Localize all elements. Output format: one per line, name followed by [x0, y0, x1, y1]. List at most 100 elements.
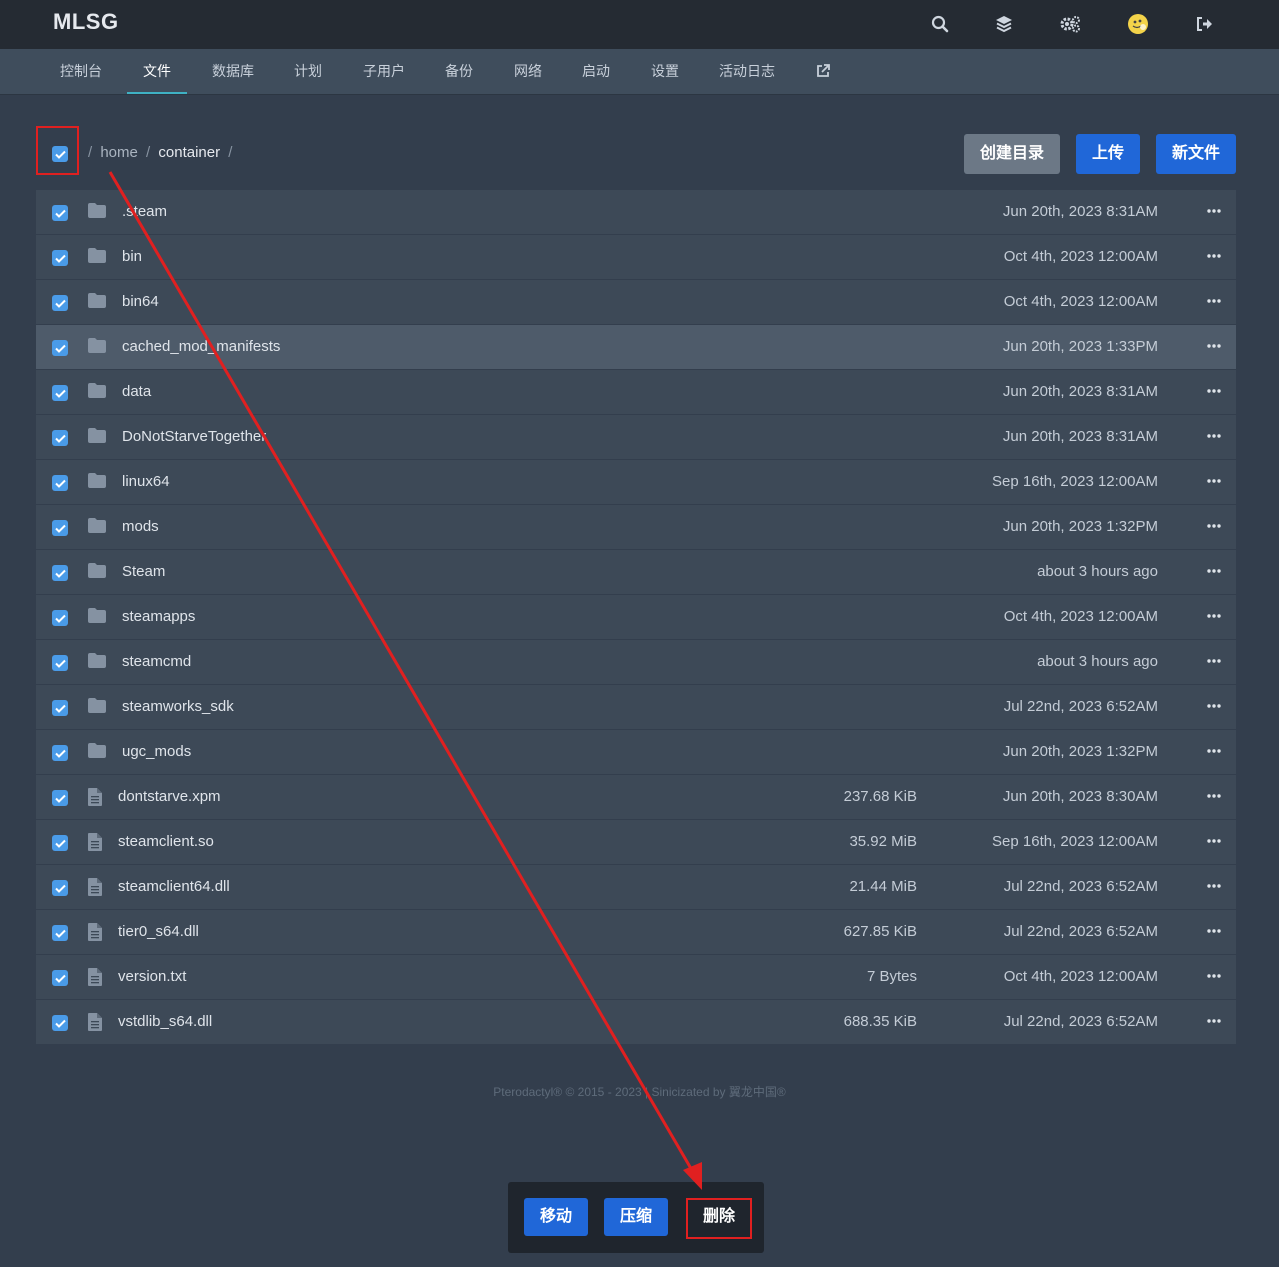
more-options-icon[interactable]	[1206, 968, 1222, 984]
file-name[interactable]: ugc_mods	[122, 743, 191, 760]
file-name[interactable]: version.txt	[118, 968, 186, 985]
more-options-icon[interactable]	[1206, 518, 1222, 534]
row-checkbox[interactable]	[52, 295, 68, 311]
more-options-icon[interactable]	[1206, 608, 1222, 624]
new-file-button[interactable]: 新文件	[1156, 134, 1236, 174]
folder-row[interactable]: DoNotStarveTogether Jun 20th, 2023 8:31AM	[36, 415, 1236, 460]
file-name[interactable]: linux64	[122, 473, 170, 490]
logout-icon[interactable]	[1190, 10, 1218, 38]
folder-row[interactable]: .steam Jun 20th, 2023 8:31AM	[36, 190, 1236, 235]
more-options-icon[interactable]	[1206, 248, 1222, 264]
file-row[interactable]: steamclient.so 35.92 MiB Sep 16th, 2023 12…	[36, 820, 1236, 865]
row-checkbox[interactable]	[52, 925, 68, 941]
tab-settings[interactable]: 设置	[643, 49, 687, 94]
more-options-icon[interactable]	[1206, 203, 1222, 219]
more-options-icon[interactable]	[1206, 743, 1222, 759]
tab-startup[interactable]: 启动	[574, 49, 618, 94]
row-checkbox[interactable]	[52, 340, 68, 356]
brand-title[interactable]: MLSG	[53, 9, 119, 35]
more-options-icon[interactable]	[1206, 788, 1222, 804]
file-row[interactable]: tier0_s64.dll 627.85 KiB Jul 22nd, 2023 6:…	[36, 910, 1236, 955]
row-checkbox[interactable]	[52, 205, 68, 221]
more-options-icon[interactable]	[1206, 923, 1222, 939]
tab-schedules[interactable]: 计划	[285, 49, 331, 94]
file-name[interactable]: steamworks_sdk	[122, 698, 234, 715]
tab-network[interactable]: 网络	[506, 49, 550, 94]
more-options-icon[interactable]	[1206, 383, 1222, 399]
file-name[interactable]: steamclient64.dll	[118, 878, 230, 895]
file-name[interactable]: vstdlib_s64.dll	[118, 1013, 212, 1030]
folder-row[interactable]: steamapps Oct 4th, 2023 12:00AM	[36, 595, 1236, 640]
cogs-icon[interactable]	[1056, 10, 1084, 38]
file-name[interactable]: data	[122, 383, 151, 400]
file-row[interactable]: dontstarve.xpm 237.68 KiB Jun 20th, 2023 8…	[36, 775, 1236, 820]
folder-row[interactable]: linux64 Sep 16th, 2023 12:00AM	[36, 460, 1236, 505]
more-options-icon[interactable]	[1206, 293, 1222, 309]
file-name[interactable]: mods	[122, 518, 159, 535]
more-options-icon[interactable]	[1206, 653, 1222, 669]
folder-row[interactable]: ugc_mods Jun 20th, 2023 1:32PM	[36, 730, 1236, 775]
file-name[interactable]: DoNotStarveTogether	[122, 428, 266, 445]
file-name[interactable]: Steam	[122, 563, 165, 580]
file-name[interactable]: steamapps	[122, 608, 195, 625]
row-checkbox[interactable]	[52, 520, 68, 536]
file-name[interactable]: dontstarve.xpm	[118, 788, 221, 805]
folder-row[interactable]: bin Oct 4th, 2023 12:00AM	[36, 235, 1236, 280]
folder-row[interactable]: mods Jun 20th, 2023 1:32PM	[36, 505, 1236, 550]
breadcrumb-container[interactable]: container	[158, 144, 220, 161]
row-checkbox[interactable]	[52, 745, 68, 761]
more-options-icon[interactable]	[1206, 563, 1222, 579]
row-checkbox[interactable]	[52, 880, 68, 896]
more-options-icon[interactable]	[1206, 833, 1222, 849]
tab-subusers[interactable]: 子用户	[357, 49, 411, 94]
file-name[interactable]: tier0_s64.dll	[118, 923, 199, 940]
file-name[interactable]: steamcmd	[122, 653, 191, 670]
create-directory-button[interactable]: 创建目录	[964, 134, 1060, 174]
avatar[interactable]	[1124, 10, 1152, 38]
row-checkbox[interactable]	[52, 1015, 68, 1031]
folder-row[interactable]: bin64 Oct 4th, 2023 12:00AM	[36, 280, 1236, 325]
external-link-icon[interactable]	[812, 49, 834, 94]
tab-databases[interactable]: 数据库	[206, 49, 260, 94]
row-checkbox[interactable]	[52, 250, 68, 266]
folder-row[interactable]: cached_mod_manifests Jun 20th, 2023 1:33P…	[36, 325, 1236, 370]
more-options-icon[interactable]	[1206, 473, 1222, 489]
folder-row[interactable]: data Jun 20th, 2023 8:31AM	[36, 370, 1236, 415]
file-name[interactable]: steamclient.so	[118, 833, 214, 850]
folder-row[interactable]: steamcmd about 3 hours ago	[36, 640, 1236, 685]
file-name[interactable]: bin	[122, 248, 142, 265]
tab-files[interactable]: 文件	[127, 49, 187, 94]
more-options-icon[interactable]	[1206, 878, 1222, 894]
layers-icon[interactable]	[990, 10, 1018, 38]
folder-row[interactable]: Steam about 3 hours ago	[36, 550, 1236, 595]
row-checkbox[interactable]	[52, 790, 68, 806]
tab-backups[interactable]: 备份	[437, 49, 481, 94]
tab-activity-log[interactable]: 活动日志	[713, 49, 781, 94]
move-button[interactable]: 移动	[524, 1198, 588, 1236]
delete-button[interactable]: 删除	[688, 1198, 750, 1236]
tab-console[interactable]: 控制台	[54, 49, 108, 94]
file-row[interactable]: vstdlib_s64.dll 688.35 KiB Jul 22nd, 2023 …	[36, 1000, 1236, 1045]
more-options-icon[interactable]	[1206, 1013, 1222, 1029]
more-options-icon[interactable]	[1206, 428, 1222, 444]
search-icon[interactable]	[926, 10, 954, 38]
more-options-icon[interactable]	[1206, 338, 1222, 354]
file-row[interactable]: version.txt 7 Bytes Oct 4th, 2023 12:00AM	[36, 955, 1236, 1000]
file-name[interactable]: .steam	[122, 203, 167, 220]
row-checkbox[interactable]	[52, 700, 68, 716]
file-row[interactable]: steamclient64.dll 21.44 MiB Jul 22nd, 2023…	[36, 865, 1236, 910]
compress-button[interactable]: 压缩	[604, 1198, 668, 1236]
row-checkbox[interactable]	[52, 970, 68, 986]
row-checkbox[interactable]	[52, 610, 68, 626]
row-checkbox[interactable]	[52, 385, 68, 401]
select-all-checkbox[interactable]	[52, 146, 68, 162]
row-checkbox[interactable]	[52, 430, 68, 446]
row-checkbox[interactable]	[52, 835, 68, 851]
row-checkbox[interactable]	[52, 565, 68, 581]
upload-button[interactable]: 上传	[1076, 134, 1140, 174]
file-name[interactable]: cached_mod_manifests	[122, 338, 280, 355]
folder-row[interactable]: steamworks_sdk Jul 22nd, 2023 6:52AM	[36, 685, 1236, 730]
more-options-icon[interactable]	[1206, 698, 1222, 714]
breadcrumb-home[interactable]: home	[100, 144, 138, 161]
file-name[interactable]: bin64	[122, 293, 159, 310]
